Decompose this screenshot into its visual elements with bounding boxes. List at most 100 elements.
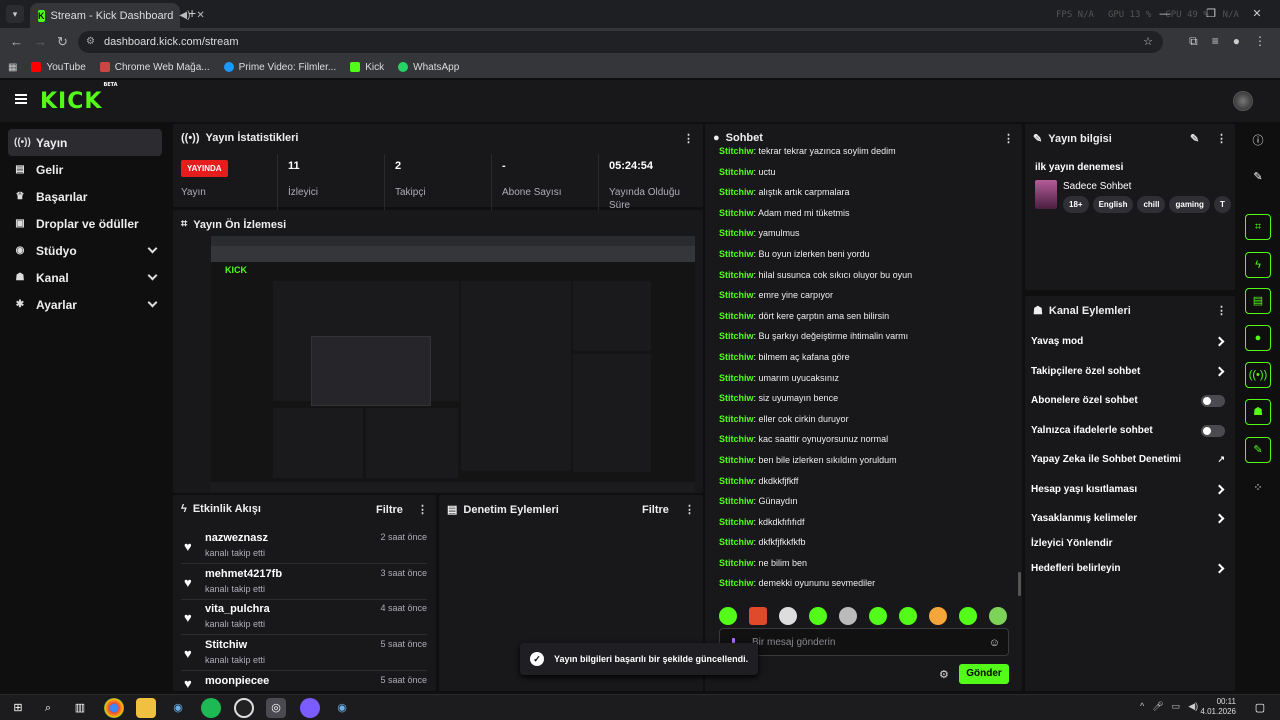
bookmark-star-icon[interactable]: ☆ bbox=[1143, 31, 1153, 53]
account-age-row[interactable]: Hesap yaşı kısıtlaması bbox=[1031, 475, 1225, 504]
followers-only-row[interactable]: Takipçilere özel sohbet bbox=[1031, 357, 1225, 386]
send-button[interactable]: Gönder bbox=[959, 664, 1009, 684]
chrome-menu-icon[interactable]: ⋮ bbox=[1254, 34, 1266, 49]
moderation-toggle-icon[interactable]: ▤ bbox=[1245, 288, 1271, 314]
search-icon[interactable]: ⌕ bbox=[38, 698, 58, 718]
stream-preview-video[interactable]: KICK bbox=[211, 236, 695, 492]
chat-toggle-icon[interactable]: ● bbox=[1245, 325, 1271, 351]
chat-username[interactable]: Stitchiw bbox=[719, 578, 754, 588]
preview-toggle-icon[interactable]: ⌗ bbox=[1245, 214, 1271, 240]
chat-username[interactable]: Stitchiw bbox=[719, 373, 754, 383]
file-explorer-icon[interactable] bbox=[136, 698, 156, 718]
network-icon[interactable]: ▭ bbox=[1172, 701, 1181, 712]
extensions-icon[interactable]: ⧉ bbox=[1189, 34, 1198, 49]
subscribers-only-toggle[interactable] bbox=[1201, 395, 1225, 407]
chat-username[interactable]: Stitchiw bbox=[719, 352, 754, 362]
sidebar-item-yayin[interactable]: ((•)) Yayın bbox=[8, 129, 162, 156]
filter-button[interactable]: Filtre bbox=[642, 504, 669, 516]
chat-username[interactable]: Stitchiw bbox=[719, 414, 754, 424]
chat-username[interactable]: Stitchiw bbox=[719, 558, 754, 568]
emoji-picker-icon[interactable]: ☺ bbox=[989, 637, 1000, 649]
tray-chevron-icon[interactable]: ^ bbox=[1140, 701, 1144, 712]
chat-username[interactable]: Stitchiw bbox=[719, 249, 754, 259]
emote-icon[interactable] bbox=[899, 607, 917, 625]
chat-username[interactable]: Stitchiw bbox=[719, 311, 754, 321]
emotes-only-toggle[interactable] bbox=[1201, 425, 1225, 437]
emote-icon[interactable] bbox=[809, 607, 827, 625]
chat-username[interactable]: Stitchiw bbox=[719, 208, 754, 218]
notification-icon[interactable]: ▢ bbox=[1250, 698, 1270, 718]
taskbar-clock[interactable]: 00:11 4.01.2026 bbox=[1198, 697, 1236, 717]
maximize-button[interactable]: ❐ bbox=[1188, 0, 1234, 28]
chat-username[interactable]: Stitchiw bbox=[719, 146, 754, 156]
emote-icon[interactable] bbox=[719, 607, 737, 625]
slow-mode-row[interactable]: Yavaş mod bbox=[1031, 327, 1225, 356]
new-tab-button[interactable]: + bbox=[188, 5, 196, 21]
broadcast-toggle-icon[interactable]: ((•)) bbox=[1245, 362, 1271, 388]
chat-username[interactable]: Stitchiw bbox=[719, 517, 754, 527]
sidebar-item-gelir[interactable]: ▤ Gelir bbox=[8, 156, 162, 183]
info-icon[interactable]: ⓘ bbox=[1245, 129, 1271, 155]
kick-logo[interactable]: KICKBETA bbox=[40, 82, 118, 114]
chrome-active-icon[interactable]: ◎ bbox=[266, 698, 286, 718]
sidebar-item-kanal[interactable]: ☗ Kanal bbox=[8, 264, 162, 291]
more-options-icon[interactable]: ⋮ bbox=[1216, 304, 1227, 317]
sidebar-item-basarilar[interactable]: ♛ Başarılar bbox=[8, 183, 162, 210]
bookmark-chrome-web-store[interactable]: Chrome Web Mağa... bbox=[99, 62, 210, 73]
sidebar-item-ayarlar[interactable]: ✱ Ayarlar bbox=[8, 291, 162, 318]
apps-grid-icon[interactable]: ▦ bbox=[8, 62, 17, 73]
bookmark-prime-video[interactable]: Prime Video: Filmler... bbox=[223, 62, 336, 73]
user-avatar[interactable] bbox=[1233, 91, 1253, 111]
chat-scrollbar[interactable] bbox=[1018, 572, 1021, 596]
bookmark-kick[interactable]: Kick bbox=[350, 62, 384, 73]
edit-icon[interactable]: ✎ bbox=[1245, 165, 1271, 191]
chat-username[interactable]: Stitchiw bbox=[719, 434, 754, 444]
close-tab-icon[interactable]: ✕ bbox=[196, 10, 204, 21]
category-name[interactable]: Sadece Sohbet bbox=[1063, 181, 1131, 192]
more-options-icon[interactable]: ⋮ bbox=[684, 503, 695, 516]
emote-icon[interactable] bbox=[779, 607, 797, 625]
close-window-button[interactable]: ✕ bbox=[1234, 0, 1280, 28]
emote-icon[interactable] bbox=[839, 607, 857, 625]
minimize-button[interactable]: — bbox=[1142, 0, 1188, 28]
add-widget-icon[interactable]: ⁘ bbox=[1245, 476, 1271, 502]
forward-icon[interactable]: → bbox=[34, 34, 47, 49]
more-options-icon[interactable]: ⋮ bbox=[417, 503, 428, 516]
emote-icon[interactable] bbox=[749, 607, 767, 625]
task-view-icon[interactable]: ▥ bbox=[70, 698, 90, 718]
url-field[interactable]: ⚙ dashboard.kick.com/stream ☆ bbox=[78, 31, 1163, 53]
chat-username[interactable]: Stitchiw bbox=[719, 228, 754, 238]
more-options-icon[interactable]: ⋮ bbox=[1216, 132, 1227, 145]
chat-username[interactable]: Stitchiw bbox=[719, 187, 754, 197]
back-icon[interactable]: ← bbox=[10, 34, 23, 49]
goals-row[interactable]: Hedefleri belirleyin bbox=[1031, 554, 1225, 583]
channel-toggle-icon[interactable]: ☗ bbox=[1245, 399, 1271, 425]
media-icon[interactable]: ≡ bbox=[1212, 34, 1219, 49]
chat-input[interactable]: Bir mesaj gönderin ☺ bbox=[719, 628, 1009, 656]
volume-icon[interactable]: ◀) bbox=[1188, 701, 1198, 712]
emote-icon[interactable] bbox=[959, 607, 977, 625]
more-options-icon[interactable]: ⋮ bbox=[683, 132, 694, 145]
emote-icon[interactable] bbox=[869, 607, 887, 625]
reload-icon[interactable]: ↻ bbox=[57, 34, 68, 50]
edit-pencil-icon[interactable]: ✎ bbox=[1190, 132, 1199, 145]
hamburger-menu-icon[interactable] bbox=[15, 94, 27, 104]
emote-icon[interactable] bbox=[989, 607, 1007, 625]
chat-username[interactable]: Stitchiw bbox=[719, 331, 754, 341]
steam-icon[interactable]: ◉ bbox=[168, 698, 188, 718]
microphone-icon[interactable]: 🎤︎ bbox=[1152, 701, 1163, 712]
chat-username[interactable]: Stitchiw bbox=[719, 455, 754, 465]
ai-moderation-row[interactable]: Yapay Zeka ile Sohbet Denetimi ↗ bbox=[1031, 445, 1225, 474]
site-info-icon[interactable]: ⚙ bbox=[86, 31, 95, 53]
chat-username[interactable]: Stitchiw bbox=[719, 290, 754, 300]
chat-username[interactable]: Stitchiw bbox=[719, 270, 754, 280]
chrome-taskbar-icon[interactable] bbox=[104, 698, 124, 718]
chat-username[interactable]: Stitchiw bbox=[719, 167, 754, 177]
discord-icon[interactable] bbox=[300, 698, 320, 718]
activity-toggle-icon[interactable]: ϟ bbox=[1245, 252, 1271, 278]
chat-username[interactable]: Stitchiw bbox=[719, 476, 754, 486]
chat-username[interactable]: Stitchiw bbox=[719, 393, 754, 403]
profile-icon[interactable]: ● bbox=[1233, 34, 1240, 49]
tab-search-button[interactable]: ▾ bbox=[6, 5, 24, 23]
obs-icon[interactable] bbox=[234, 698, 254, 718]
